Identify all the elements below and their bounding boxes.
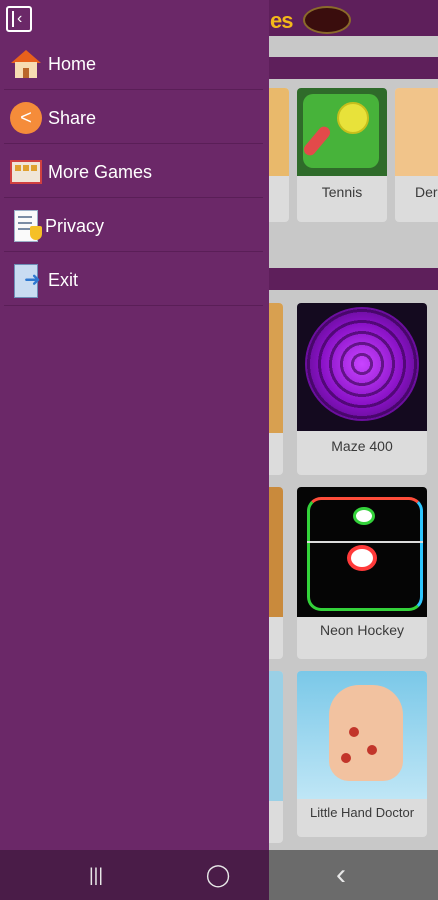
drawer-item-share[interactable]: < Share [4,92,263,144]
drawer-item-label: Exit [48,270,79,290]
more-games-icon [10,156,42,188]
recents-button[interactable]: ||| [76,850,116,900]
divider [4,251,263,252]
game-card-der[interactable]: Der [395,88,438,222]
game-card-label: Maze 400 [331,438,393,454]
drawer-item-label: Share [48,108,97,128]
game-card-neon-hockey[interactable]: Neon Hockey [297,487,427,659]
drawer-item-more-games[interactable]: More Games [4,146,263,198]
privacy-icon [10,210,42,242]
home-icon [10,48,42,80]
system-navigation-bar: ||| ◯ ‹ [0,850,438,900]
drawer-item-exit[interactable]: ➜ Exit [4,254,263,306]
game-card-label: Tennis [321,184,363,200]
home-button[interactable]: ◯ [198,850,238,900]
game-thumbnail [395,88,438,176]
tennis-thumbnail [297,88,387,176]
game-card-label: Little Hand Doctor [309,805,415,820]
brand-badge-icon [303,6,351,34]
paddle-icon [353,507,375,525]
maze-thumbnail [297,303,427,431]
collapse-drawer-icon[interactable]: ‹ [6,6,32,32]
hand-doctor-thumbnail [297,671,427,799]
divider [4,197,263,198]
drawer-item-label: Home [48,54,97,74]
neon-hockey-thumbnail [297,487,427,617]
divider [4,143,263,144]
game-card-hand-doctor[interactable]: Little Hand Doctor [297,671,427,837]
game-card-tennis[interactable]: Tennis [297,88,387,222]
game-card-label: Der [415,184,438,200]
tennis-ball-icon [337,102,369,134]
drawer-item-label: Privacy [45,216,105,236]
drawer-item-label: More Games [48,162,153,182]
drawer-item-home[interactable]: Home [4,38,263,90]
drawer-item-privacy[interactable]: Privacy [4,200,263,252]
back-button[interactable]: ‹ [321,850,361,900]
paddle-icon [347,545,377,571]
divider [4,89,263,90]
share-icon: < [10,102,42,134]
game-card-maze[interactable]: Maze 400 [297,303,427,475]
navigation-drawer: ‹ Home < Share More Games Privacy ➜ Exit [0,0,269,850]
divider [4,305,263,306]
app-logo-fragment: es [270,8,294,33]
exit-icon: ➜ [10,264,42,298]
game-card-label: Neon Hockey [319,622,405,638]
